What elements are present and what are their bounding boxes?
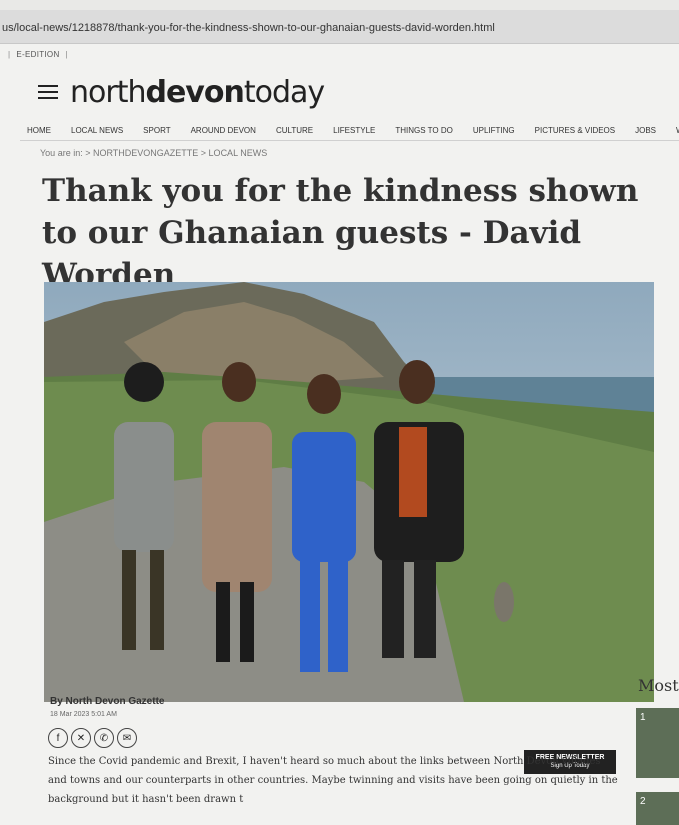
browser-url-bar[interactable]: us/local-news/1218878/thank-you-for-the-…: [0, 10, 679, 44]
article-date: 18 Mar 2023 5:01 AM: [50, 711, 117, 718]
divider: |: [8, 50, 11, 59]
logo-row: northdevontoday: [38, 74, 325, 110]
most-read-title: Most: [638, 676, 679, 695]
nav-item-culture[interactable]: CULTURE: [276, 126, 313, 135]
article-body: Since the Covid pandemic and Brexit, I h…: [48, 756, 618, 805]
nav-item-uplifting[interactable]: UPLIFTING: [473, 126, 515, 135]
whatsapp-icon[interactable]: ✆: [94, 728, 114, 748]
main-nav: HOME LOCAL NEWS SPORT AROUND DEVON CULTURE LI…: [27, 126, 679, 135]
photo-illustration: [44, 282, 654, 702]
facebook-icon[interactable]: f: [48, 728, 68, 748]
menu-icon[interactable]: [38, 85, 58, 99]
page: | E-EDITION | northdevontoday HOME LOCAL NE…: [0, 44, 679, 825]
nav-divider: [20, 140, 679, 141]
most-read-item[interactable]: 1: [636, 708, 679, 778]
nav-item-local-news[interactable]: LOCAL NEWS: [71, 126, 123, 135]
social-share: f ✕ ✆ ✉: [48, 728, 137, 748]
most-read-item[interactable]: 2: [636, 792, 679, 825]
nav-item-pictures-videos[interactable]: PICTURES & VIDEOS: [535, 126, 615, 135]
rank-number: 2: [640, 796, 646, 807]
x-twitter-icon[interactable]: ✕: [71, 728, 91, 748]
e-edition-link[interactable]: E-EDITION: [16, 50, 59, 59]
article-byline[interactable]: By North Devon Gazette: [50, 696, 164, 707]
nav-item-jobs[interactable]: JOBS: [635, 126, 656, 135]
rank-number: 1: [640, 712, 646, 723]
nav-item-things-to-do[interactable]: THINGS TO DO: [395, 126, 453, 135]
edition-bar: | E-EDITION |: [2, 50, 74, 59]
site-logo[interactable]: northdevontoday: [70, 75, 325, 110]
breadcrumb: You are in: > NORTHDEVONGAZETTE > LOCAL …: [40, 148, 268, 158]
article-headline: Thank you for the kindness shown to our …: [42, 173, 639, 293]
nav-item-home[interactable]: HOME: [27, 126, 51, 135]
divider: |: [65, 50, 68, 59]
email-icon[interactable]: ✉: [117, 728, 137, 748]
article-photo: [44, 282, 654, 702]
nav-item-lifestyle[interactable]: LIFESTYLE: [333, 126, 375, 135]
url-text[interactable]: us/local-news/1218878/thank-you-for-the-…: [2, 22, 495, 34]
nav-item-around-devon[interactable]: AROUND DEVON: [191, 126, 256, 135]
nav-item-sport[interactable]: SPORT: [143, 126, 170, 135]
